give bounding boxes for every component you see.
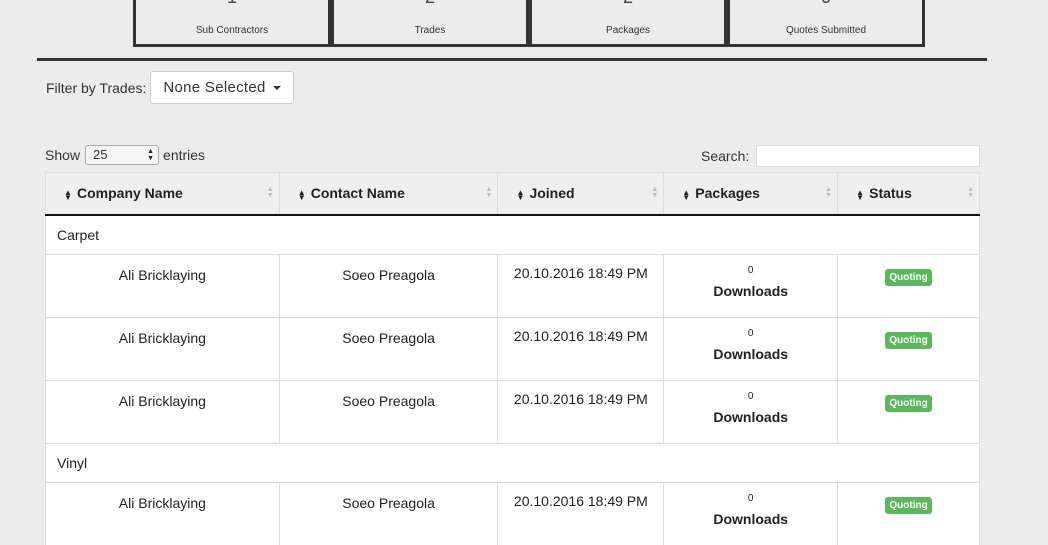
column-header-label: Company Name	[77, 185, 183, 202]
sort-icon: ▲ ▼	[297, 187, 306, 202]
downloads-link[interactable]: Downloads	[664, 283, 837, 299]
status-badge: Quoting	[885, 268, 932, 286]
packages-cell: 0 Downloads	[663, 253, 839, 318]
status-cell: Quoting	[837, 481, 980, 545]
status-badge: Quoting	[885, 331, 932, 349]
column-header-label: Joined	[529, 185, 575, 202]
status-badge: Quoting	[885, 496, 932, 514]
entries-select[interactable]: 25 ▲ ▼	[85, 145, 160, 165]
stat-label: Packages	[606, 25, 650, 36]
column-header-joined[interactable]: ▲ ▼ Joined ▲ ▼	[497, 172, 665, 216]
package-count: 0	[747, 264, 754, 276]
joined-cell: 20.10.2016 18:49 PM	[497, 316, 665, 381]
packages-cell: 0 Downloads	[663, 316, 839, 381]
contact-cell: Soeo Preagola	[278, 481, 499, 545]
group-row-carpet: Carpet	[45, 214, 980, 255]
table-header-row: ▲ ▼ Company Name ▲ ▼ ▲ ▼ Contact Name ▲ ▼ ▲ ▼ Join…	[45, 172, 980, 216]
stat-value: 2	[532, 0, 724, 6]
stat-label: Sub Contractors	[195, 25, 269, 36]
table-row[interactable]: Ali Bricklaying Soeo Preagola 20.10.2016…	[45, 379, 980, 444]
package-count: 0	[747, 390, 754, 402]
stat-card-quotes-submitted[interactable]: 0 Quotes Submitted	[727, 0, 925, 47]
company-cell: Ali Bricklaying	[45, 481, 280, 545]
stat-value: 2	[334, 0, 526, 6]
column-header-packages[interactable]: ▲ ▼ Packages ▲ ▼	[663, 172, 839, 216]
package-count: 0	[747, 327, 754, 339]
downloads-link[interactable]: Downloads	[664, 409, 837, 425]
joined-cell: 20.10.2016 18:49 PM	[497, 379, 665, 444]
company-cell: Ali Bricklaying	[45, 316, 280, 381]
status-cell: Quoting	[837, 253, 980, 318]
filter-label: Filter by Trades:	[46, 79, 147, 96]
joined-cell: 20.10.2016 18:49 PM	[497, 253, 665, 318]
column-header-label: Status	[869, 185, 912, 202]
search-input[interactable]	[756, 145, 981, 167]
joined-cell: 20.10.2016 18:49 PM	[497, 481, 665, 545]
group-row-vinyl: Vinyl	[45, 442, 980, 483]
sort-indicator-icon: ▲ ▼	[825, 186, 833, 199]
packages-cell: 0 Downloads	[663, 379, 839, 444]
table-row[interactable]: Ali Bricklaying Soeo Preagola 20.10.2016…	[45, 481, 980, 545]
trade-filter-dropdown[interactable]: None Selected	[150, 71, 294, 104]
stat-label: Quotes Submitted	[785, 25, 867, 36]
search-label: Search:	[701, 148, 750, 164]
column-header-company[interactable]: ▲ ▼ Company Name ▲ ▼	[45, 172, 280, 216]
group-label: Vinyl	[45, 442, 980, 483]
package-count: 0	[747, 492, 754, 504]
column-header-status[interactable]: ▲ ▼ Status ▲ ▼	[837, 172, 980, 216]
stat-value: 1	[136, 0, 328, 6]
sort-icon: ▲ ▼	[682, 187, 691, 202]
status-badge: Quoting	[885, 394, 932, 412]
sort-indicator-icon: ▲ ▼	[266, 186, 274, 199]
table-row[interactable]: Ali Bricklaying Soeo Preagola 20.10.2016…	[45, 316, 980, 381]
column-header-contact[interactable]: ▲ ▼ Contact Name ▲ ▼	[278, 172, 499, 216]
entries-select-value: 25	[93, 147, 108, 162]
stat-label: Trades	[414, 25, 446, 36]
sort-indicator-icon: ▲ ▼	[485, 186, 493, 199]
filter-value: None Selected	[163, 79, 266, 96]
subcontractors-table: ▲ ▼ Company Name ▲ ▼ ▲ ▼ Contact Name ▲ ▼ ▲ ▼ Join…	[45, 172, 980, 545]
sort-indicator-icon: ▲ ▼	[651, 186, 659, 199]
contact-cell: Soeo Preagola	[278, 379, 499, 444]
status-cell: Quoting	[837, 316, 980, 381]
trade-filter: Filter by Trades: None Selected	[46, 71, 294, 104]
stats-bar: 1 Sub Contractors 2 Trades 2 Packages 0 …	[133, 0, 925, 47]
section-divider	[37, 58, 987, 61]
select-arrows-icon: ▲ ▼	[147, 148, 155, 162]
company-cell: Ali Bricklaying	[45, 253, 280, 318]
stat-card-trades[interactable]: 2 Trades	[331, 0, 529, 47]
contact-cell: Soeo Preagola	[278, 316, 499, 381]
contact-cell: Soeo Preagola	[278, 253, 499, 318]
status-cell: Quoting	[837, 379, 980, 444]
table-row[interactable]: Ali Bricklaying Soeo Preagola 20.10.2016…	[45, 253, 980, 318]
sort-indicator-icon: ▲ ▼	[967, 186, 974, 199]
length-show-label: Show	[45, 147, 81, 163]
group-label: Carpet	[45, 214, 980, 255]
company-cell: Ali Bricklaying	[45, 379, 280, 444]
downloads-link[interactable]: Downloads	[664, 346, 837, 362]
stat-card-packages[interactable]: 2 Packages	[529, 0, 727, 47]
sort-icon: ▲ ▼	[64, 187, 72, 202]
stat-value: 0	[730, 0, 922, 6]
downloads-link[interactable]: Downloads	[664, 511, 837, 527]
sort-icon: ▲ ▼	[516, 187, 525, 202]
sort-icon: ▲ ▼	[856, 187, 865, 202]
column-header-label: Contact Name	[310, 185, 405, 202]
table-search: Search:	[701, 145, 981, 167]
entries-length: Show 25 ▲ ▼ entries	[45, 145, 205, 165]
column-header-label: Packages	[695, 185, 760, 202]
packages-cell: 0 Downloads	[663, 481, 839, 545]
stat-card-sub-contractors[interactable]: 1 Sub Contractors	[133, 0, 331, 47]
length-entries-label: entries	[163, 147, 206, 163]
caret-down-icon	[272, 85, 281, 90]
